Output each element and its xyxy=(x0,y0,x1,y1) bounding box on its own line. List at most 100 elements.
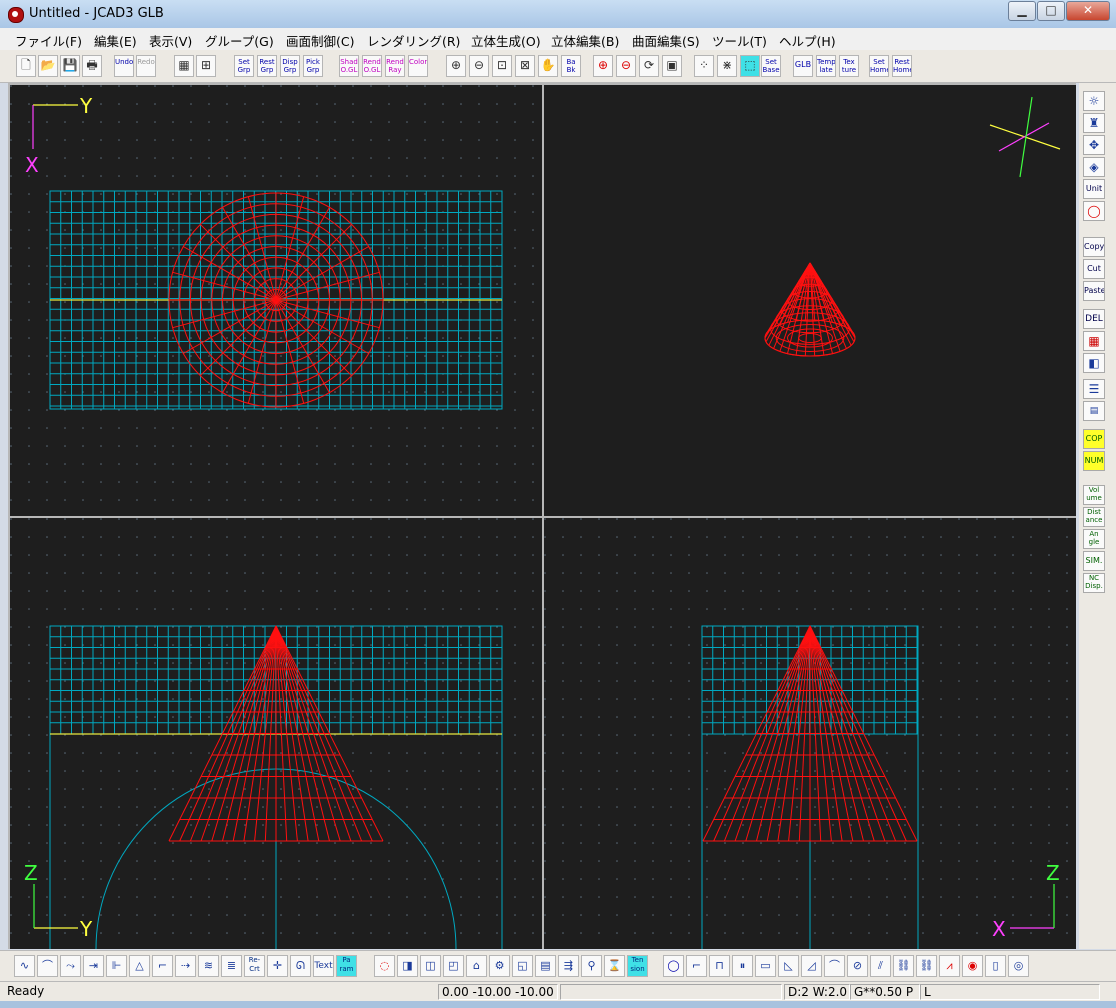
wedge-tool-2-icon[interactable]: ◿ xyxy=(801,955,822,977)
point-tool-icon[interactable]: ✛ xyxy=(267,955,288,977)
curve-tool-5-icon[interactable]: ⊩ xyxy=(106,955,127,977)
menu-edit[interactable]: 編集(E) xyxy=(94,31,137,50)
material-icon[interactable]: ♜ xyxy=(1083,113,1105,133)
render-ray-button[interactable]: Rend Ray xyxy=(385,55,405,77)
rect-tool-icon[interactable]: ▭ xyxy=(755,955,776,977)
glb-button[interactable]: GLB xyxy=(793,55,813,77)
app-icon[interactable] xyxy=(8,7,24,23)
close-button[interactable]: ✕ xyxy=(1066,1,1110,21)
print-icon[interactable]: 🖶 xyxy=(82,55,102,77)
menu-file[interactable]: ファイル(F) xyxy=(15,31,82,50)
bulb-tool-icon[interactable]: ⚲ xyxy=(581,955,602,977)
curve-tool-3-icon[interactable]: ⤳ xyxy=(60,955,81,977)
num-button[interactable]: NUM xyxy=(1083,451,1105,471)
gear-tool-icon[interactable]: ⚙ xyxy=(489,955,510,977)
text-button[interactable]: Text xyxy=(313,955,334,977)
sim-button[interactable]: SIM. xyxy=(1083,551,1105,571)
chain-tool-2-icon[interactable]: ⛓ xyxy=(916,955,937,977)
snap-grid-icon[interactable]: ⬚ xyxy=(740,55,760,77)
zoom-in-red-icon[interactable]: ⊕ xyxy=(593,55,613,77)
back-button[interactable]: Ba Bk xyxy=(561,55,581,77)
spring-tool-icon[interactable]: ≣ xyxy=(221,955,242,977)
top-view-viewport[interactable]: Y X xyxy=(10,85,542,516)
eye-tool-icon[interactable]: ◉ xyxy=(962,955,983,977)
paste-button[interactable]: Paste xyxy=(1083,281,1105,301)
shade-opengl-button[interactable]: Shad O.GL xyxy=(339,55,359,77)
zoom-out-icon[interactable]: ⊖ xyxy=(469,55,489,77)
texture-button[interactable]: Tex ture xyxy=(839,55,859,77)
pick-group-button[interactable]: Pick Grp xyxy=(303,55,323,77)
menu-surface-edit[interactable]: 曲面編集(S) xyxy=(632,31,700,50)
gem-icon[interactable]: ◈ xyxy=(1083,157,1105,177)
circle-icon[interactable]: ◯ xyxy=(1083,201,1105,221)
union-tool-icon[interactable]: ◎ xyxy=(1008,955,1029,977)
menu-solid-edit[interactable]: 立体編集(B) xyxy=(551,31,619,50)
curve-tool-4-icon[interactable]: ⇥ xyxy=(83,955,104,977)
hourglass-tool-icon[interactable]: ⌛ xyxy=(604,955,625,977)
maximize-button[interactable]: □ xyxy=(1037,1,1065,21)
menu-screen-control[interactable]: 画面制御(C) xyxy=(286,31,354,50)
curve-tool-1-icon[interactable]: ∿ xyxy=(14,955,35,977)
step-tool-1-icon[interactable]: ⌐ xyxy=(686,955,707,977)
cut-tool-icon[interactable]: ⫽ xyxy=(870,955,891,977)
mirror-tool-icon[interactable]: ⩘ xyxy=(939,955,960,977)
sweep-tool-icon[interactable]: ⇶ xyxy=(558,955,579,977)
light-icon[interactable]: ☼ xyxy=(1083,91,1105,111)
cut-button[interactable]: Cut xyxy=(1083,259,1105,279)
menu-group[interactable]: グループ(G) xyxy=(205,31,274,50)
unit-button[interactable]: Unit xyxy=(1083,179,1105,199)
render-opengl-button[interactable]: Rend O.GL xyxy=(362,55,382,77)
front-view-viewport[interactable]: Y Z xyxy=(10,518,542,949)
frame-tool-icon[interactable]: ◱ xyxy=(512,955,533,977)
list-icon[interactable]: ☰ xyxy=(1083,379,1105,399)
menu-view[interactable]: 表示(V) xyxy=(149,31,192,50)
cop-button[interactable]: COP xyxy=(1083,429,1105,449)
menu-solid-create[interactable]: 立体生成(O) xyxy=(471,31,541,50)
circle-select-icon[interactable]: ◯ xyxy=(663,955,684,977)
copy-button[interactable]: Copy xyxy=(1083,237,1105,257)
stair-tool-icon[interactable]: ⌐ xyxy=(152,955,173,977)
tension-button[interactable]: Ten sion xyxy=(627,955,648,977)
minimize-button[interactable]: ▁ xyxy=(1008,1,1036,21)
parameter-button[interactable]: Pa ram xyxy=(336,955,357,977)
open-folder-icon[interactable]: 📂 xyxy=(38,55,58,77)
transform-icon[interactable]: ✥ xyxy=(1083,135,1105,155)
zoom-fit-icon[interactable]: ⊠ xyxy=(515,55,535,77)
sphere-tool-icon[interactable]: ◌ xyxy=(374,955,395,977)
reset-group-button[interactable]: Rest Grp xyxy=(257,55,277,77)
grid-cross-icon[interactable]: ⋇ xyxy=(717,55,737,77)
menu-help[interactable]: ヘルプ(H) xyxy=(779,31,836,50)
delete-button[interactable]: DEL xyxy=(1083,309,1105,329)
array-icon[interactable]: ▦ xyxy=(1083,331,1105,351)
save-icon[interactable]: 💾 xyxy=(60,55,80,77)
volume-button[interactable]: Vol ume xyxy=(1083,485,1105,505)
side-view-viewport[interactable]: X Z xyxy=(544,518,1076,949)
undo-button[interactable]: Undo xyxy=(114,55,134,77)
set-group-button[interactable]: Set Grp xyxy=(234,55,254,77)
distance-button[interactable]: Dist ance xyxy=(1083,507,1105,527)
block-tool-icon[interactable]: ▤ xyxy=(535,955,556,977)
step-tool-2-icon[interactable]: ⊓ xyxy=(709,955,730,977)
color-button[interactable]: Color xyxy=(408,55,428,77)
box-tool-icon[interactable]: ◫ xyxy=(420,955,441,977)
zoom-in-icon[interactable]: ⊕ xyxy=(446,55,466,77)
frame-view-icon[interactable]: ▣ xyxy=(662,55,682,77)
menu-rendering[interactable]: レンダリング(R) xyxy=(367,31,460,50)
curve-tool-2-icon[interactable]: ⌒ xyxy=(37,955,58,977)
table-icon[interactable]: ▤ xyxy=(1083,401,1105,421)
set-home-button[interactable]: Set Home xyxy=(869,55,889,77)
set-base-button[interactable]: Set Base xyxy=(761,55,781,77)
grid-select-icon[interactable]: ▦ xyxy=(174,55,194,77)
zoom-out-red-icon[interactable]: ⊖ xyxy=(616,55,636,77)
triangle-tool-icon[interactable]: △ xyxy=(129,955,150,977)
square-tool-icon[interactable]: ▯ xyxy=(985,955,1006,977)
grid-layout-icon[interactable]: ⊞ xyxy=(196,55,216,77)
arrow-tool-icon[interactable]: ⇢ xyxy=(175,955,196,977)
arc-tool-icon[interactable]: ⌒ xyxy=(824,955,845,977)
display-group-button[interactable]: Disp Grp xyxy=(280,55,300,77)
slice-tool-icon[interactable]: ⊘ xyxy=(847,955,868,977)
rest-home-button[interactable]: Rest Home xyxy=(892,55,912,77)
layer-icon[interactable]: ◧ xyxy=(1083,353,1105,373)
wedge-tool-1-icon[interactable]: ◺ xyxy=(778,955,799,977)
helix-tool-icon[interactable]: ᘏ xyxy=(290,955,311,977)
